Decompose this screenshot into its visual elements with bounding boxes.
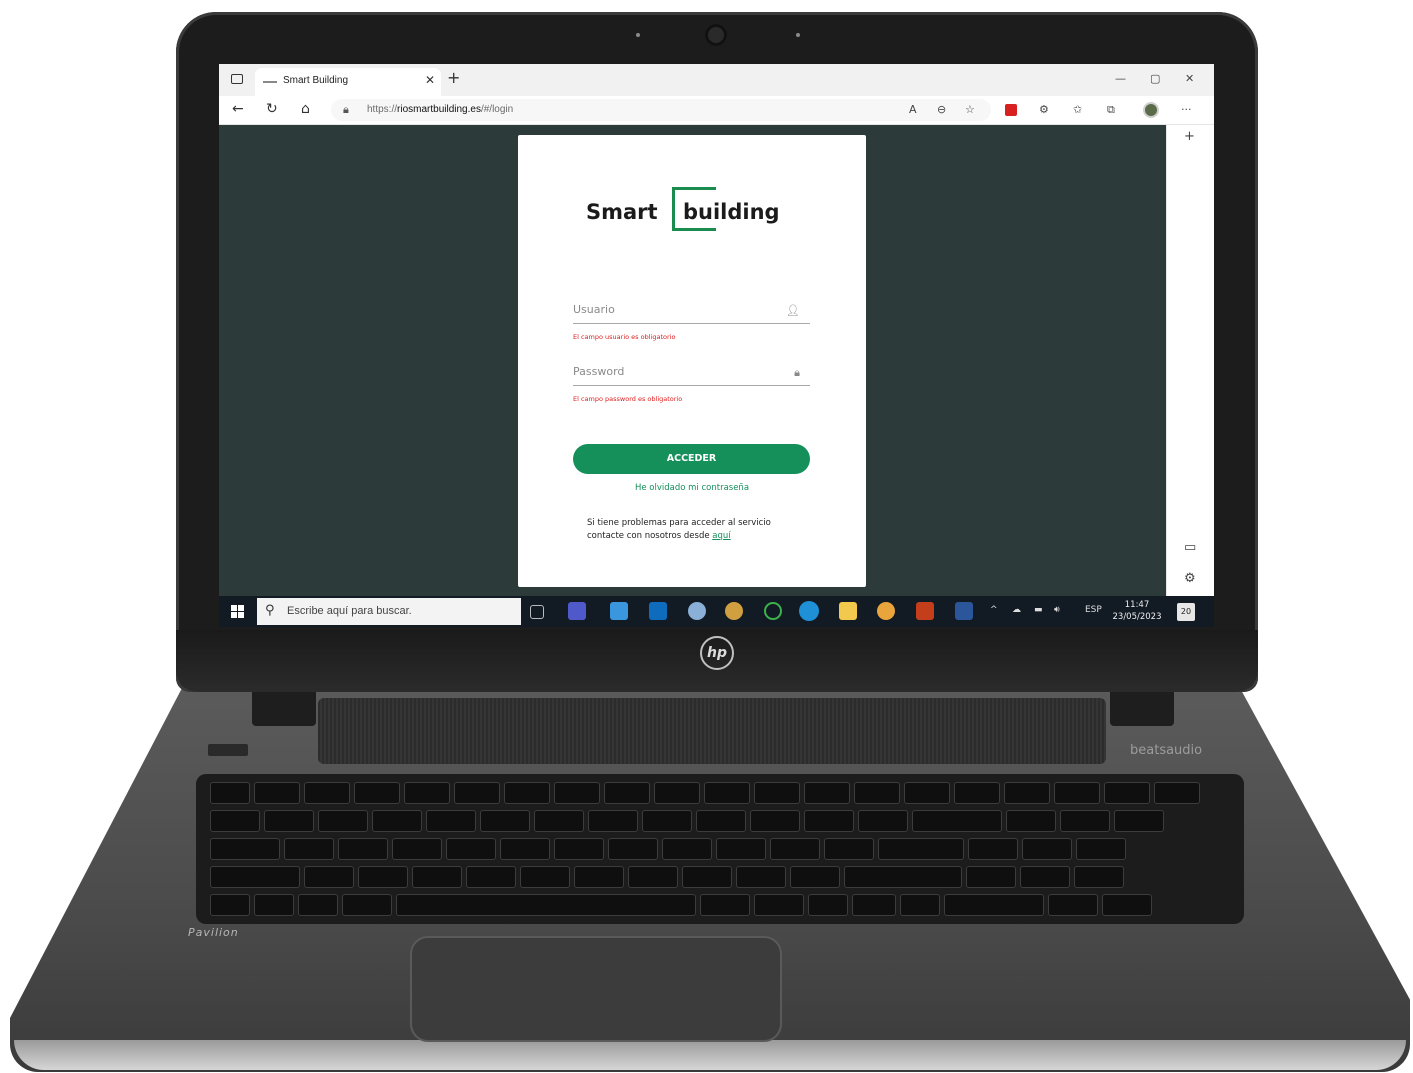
tab-smart-building[interactable]: Smart Building ✕ xyxy=(255,68,441,96)
extensions-icon[interactable]: ⚙ xyxy=(1039,103,1049,116)
minimize-icon[interactable]: — xyxy=(1115,72,1126,85)
forgot-password-link[interactable]: He olvidado mi contraseña xyxy=(518,483,866,493)
clock-time: 11:47 xyxy=(1124,600,1150,610)
password-field[interactable]: 🔒︎ xyxy=(573,359,810,386)
app-icon[interactable] xyxy=(610,602,628,620)
keyboard-row-1 xyxy=(210,782,1200,804)
outlook-icon[interactable] xyxy=(649,602,667,620)
teams-icon[interactable] xyxy=(568,602,586,620)
user-icon: 👤︎ xyxy=(786,304,800,317)
tab-title: Smart Building xyxy=(283,75,349,86)
task-view-icon[interactable] xyxy=(530,605,544,619)
edge-icon[interactable] xyxy=(799,601,819,621)
edge-sidebar: + ▭ ⚙ xyxy=(1166,125,1214,596)
help-text: Si tiene problemas para acceder al servi… xyxy=(587,518,771,541)
powerpoint-icon[interactable] xyxy=(916,602,934,620)
taskbar-clock[interactable]: 11:47 23/05/2023 xyxy=(1111,599,1163,623)
onedrive-icon[interactable]: ☁ xyxy=(1012,605,1021,615)
webcam xyxy=(705,24,727,46)
refresh-icon[interactable]: ↻ xyxy=(266,101,278,117)
laptop-base-edge xyxy=(14,1040,1406,1070)
favorites-icon[interactable]: ✩ xyxy=(1073,103,1082,116)
logo-text-building: building xyxy=(683,200,780,224)
contact-link[interactable]: aquí xyxy=(712,531,730,541)
lock-icon[interactable]: 🔒︎ xyxy=(343,103,349,117)
username-error: El campo usuario es obligatorio xyxy=(573,333,676,341)
profile-avatar[interactable] xyxy=(1143,102,1159,118)
keyboard-row-3 xyxy=(210,838,1126,860)
login-card: Smart building 👤︎ El campo usuario es ob… xyxy=(518,135,866,587)
app-icon[interactable] xyxy=(725,602,743,620)
taskbar-search[interactable]: ⚲ Escribe aquí para buscar. xyxy=(257,598,521,625)
speaker-grille xyxy=(318,698,1106,764)
tab-actions-icon[interactable] xyxy=(231,74,243,84)
favicon-icon xyxy=(263,81,277,83)
favorite-star-icon[interactable]: ☆ xyxy=(965,103,975,116)
close-tab-icon[interactable]: ✕ xyxy=(425,73,435,87)
windows-taskbar: ⚲ Escribe aquí para buscar. ^ ☁ ▬ 🔊︎ ESP… xyxy=(219,596,1214,627)
clock-date: 23/05/2023 xyxy=(1112,612,1162,622)
pavilion-label: Pavilion xyxy=(188,926,239,939)
close-window-icon[interactable]: ✕ xyxy=(1185,72,1194,85)
beatsaudio-label: beatsaudio xyxy=(1130,743,1203,758)
notification-count[interactable]: 20 xyxy=(1177,603,1195,621)
search-icon: ⚲ xyxy=(265,603,275,618)
read-aloud-icon[interactable]: A xyxy=(909,103,917,116)
word-icon[interactable] xyxy=(955,602,973,620)
battery-icon[interactable]: ▬ xyxy=(1034,605,1043,615)
url-text[interactable]: https://riosmartbuilding.es/#/login xyxy=(367,104,513,115)
chrome-icon[interactable] xyxy=(877,602,895,620)
pdf-extension-icon[interactable] xyxy=(1005,104,1017,116)
settings-gear-icon[interactable]: ⚙ xyxy=(1184,571,1196,586)
keyboard-row-5 xyxy=(210,894,1152,916)
zoom-icon[interactable]: ⊖ xyxy=(937,103,946,116)
language-indicator[interactable]: ESP xyxy=(1085,605,1102,615)
more-options-icon[interactable]: ··· xyxy=(1181,103,1192,116)
browser-tab-bar: Smart Building ✕ + — ▢ ✕ xyxy=(219,64,1214,96)
tray-expand-icon[interactable]: ^ xyxy=(990,605,998,615)
sensor-dot xyxy=(796,33,800,37)
smart-building-logo: Smart building xyxy=(586,185,806,237)
screen: Smart Building ✕ + — ▢ ✕ ← ↻ ⌂ 🔒︎ https:… xyxy=(219,64,1214,627)
browser-toolbar: ← ↻ ⌂ 🔒︎ https://riosmartbuilding.es/#/l… xyxy=(219,96,1214,125)
hp-logo-icon: hp xyxy=(700,636,734,670)
hide-sidebar-icon[interactable]: ▭ xyxy=(1184,540,1196,555)
app-icon[interactable] xyxy=(764,602,782,620)
restore-icon[interactable]: ▢ xyxy=(1150,72,1160,85)
lock-icon: 🔒︎ xyxy=(794,366,800,379)
home-icon[interactable]: ⌂ xyxy=(301,101,310,117)
taskbar-search-placeholder: Escribe aquí para buscar. xyxy=(287,605,412,617)
start-button-icon[interactable] xyxy=(231,605,244,618)
volume-icon[interactable]: 🔊︎ xyxy=(1054,605,1060,615)
app-icon[interactable] xyxy=(688,602,706,620)
address-bar[interactable]: 🔒︎ https://riosmartbuilding.es/#/login xyxy=(331,99,991,121)
username-input[interactable] xyxy=(573,303,773,316)
keyboard-row-2 xyxy=(210,810,1164,832)
password-error: El campo password es obligatorio xyxy=(573,395,683,403)
touchpad xyxy=(410,936,782,1042)
power-button xyxy=(208,744,248,756)
add-sidebar-icon[interactable]: + xyxy=(1184,129,1195,144)
login-button[interactable]: ACCEDER xyxy=(573,444,810,474)
username-field[interactable]: 👤︎ xyxy=(573,297,810,324)
logo-text-smart: Smart xyxy=(586,200,658,224)
new-tab-icon[interactable]: + xyxy=(447,68,460,87)
file-explorer-icon[interactable] xyxy=(839,602,857,620)
sensor-dot xyxy=(636,33,640,37)
collections-icon[interactable]: ⧉ xyxy=(1107,103,1115,117)
back-icon[interactable]: ← xyxy=(232,101,244,117)
password-input[interactable] xyxy=(573,365,773,378)
keyboard-row-4 xyxy=(210,866,1124,888)
